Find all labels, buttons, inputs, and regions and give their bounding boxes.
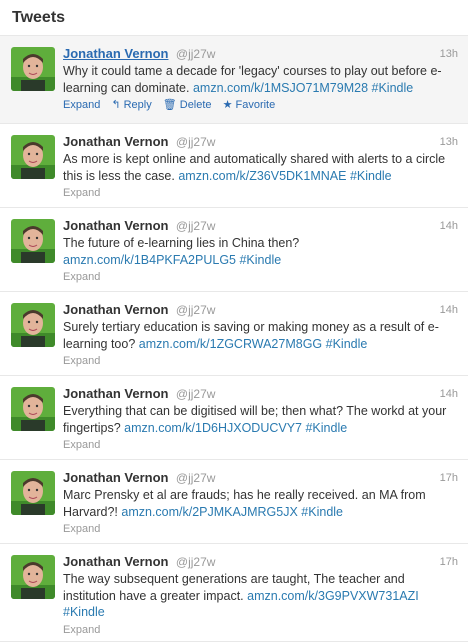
delete-label: Delete <box>179 99 212 111</box>
expand-link[interactable]: Expand <box>63 99 100 111</box>
stream-header: Tweets <box>0 0 468 36</box>
tweet-link[interactable]: amzn.com/k/Z36V5DK1MNAE <box>178 169 346 183</box>
tweet-link[interactable]: amzn.com/k/1D6HJXODUCVY7 <box>124 421 302 435</box>
author-fullname[interactable]: Jonathan Vernon <box>63 218 168 233</box>
hashtag-link[interactable]: #Kindle <box>372 81 414 95</box>
tweet-link[interactable]: amzn.com/k/2PJMKAJMRG5JX <box>121 505 297 519</box>
favorite-label: Favorite <box>235 99 276 111</box>
tweet-item[interactable]: Jonathan Vernon @jj27w 17h The way subse… <box>0 544 468 642</box>
tweet-actions: Expand ↰ Reply 🗑 Delete ★ Favorite <box>63 97 458 114</box>
expand-link[interactable]: Expand <box>63 439 100 451</box>
reply-label: Reply <box>123 99 152 111</box>
tweet-stream: Jonathan Vernon @jj27w 13h Why it could … <box>0 36 468 642</box>
tweet-actions: Expand <box>63 353 458 370</box>
reply-icon: ↰ <box>111 99 121 111</box>
expand-link[interactable]: Expand <box>63 523 100 535</box>
tweet-item[interactable]: Jonathan Vernon @jj27w 13h Why it could … <box>0 36 468 124</box>
tweet-timestamp[interactable]: 14h <box>440 301 458 319</box>
hashtag-link[interactable]: #Kindle <box>239 253 281 267</box>
tweet-text: Marc Prensky et al are frauds; has he re… <box>63 487 458 520</box>
tweet-item[interactable]: Jonathan Vernon @jj27w 14h The future of… <box>0 208 468 292</box>
tweet-link[interactable]: amzn.com/k/1ZGCRWA27M8GG <box>139 337 322 351</box>
tweet-timestamp[interactable]: 14h <box>440 385 458 403</box>
tweet-body: The future of e-learning lies in China t… <box>63 236 300 250</box>
tweet-actions: Expand <box>63 269 458 286</box>
avatar[interactable] <box>11 135 55 179</box>
author-username[interactable]: @jj27w <box>176 47 216 61</box>
tweet-item[interactable]: Jonathan Vernon @jj27w 17h Marc Prensky … <box>0 460 468 544</box>
tweet-item[interactable]: Jonathan Vernon @jj27w 14h Surely tertia… <box>0 292 468 376</box>
tweet-actions: Expand <box>63 185 458 202</box>
avatar[interactable] <box>11 303 55 347</box>
reply-button[interactable]: ↰ Reply <box>111 99 151 111</box>
tweet-link[interactable]: amzn.com/k/3G9PVXW731AZI <box>247 589 419 603</box>
avatar[interactable] <box>11 471 55 515</box>
delete-button[interactable]: 🗑 Delete <box>163 99 212 111</box>
tweet-actions: Expand <box>63 622 458 639</box>
author-fullname[interactable]: Jonathan Vernon <box>63 386 168 401</box>
expand-link[interactable]: Expand <box>63 624 100 636</box>
author-username[interactable]: @jj27w <box>176 135 216 149</box>
expand-link[interactable]: Expand <box>63 187 100 199</box>
trash-icon: 🗑 <box>162 99 177 111</box>
hashtag-link[interactable]: #Kindle <box>350 169 392 183</box>
tweet-text: Everything that can be digitised will be… <box>63 403 458 436</box>
author-username[interactable]: @jj27w <box>176 555 216 569</box>
tweet-timestamp[interactable]: 17h <box>440 469 458 487</box>
tweet-text: As more is kept online and automatically… <box>63 151 458 184</box>
favorite-button[interactable]: ★ Favorite <box>223 99 276 111</box>
tweet-timestamp[interactable]: 14h <box>440 217 458 235</box>
avatar[interactable] <box>11 387 55 431</box>
tweet-timestamp[interactable]: 17h <box>440 553 458 571</box>
tweet-actions: Expand <box>63 521 458 538</box>
author-fullname[interactable]: Jonathan Vernon <box>63 134 168 149</box>
stream-title: Tweets <box>12 9 66 26</box>
tweet-actions: Expand <box>63 437 458 454</box>
avatar[interactable] <box>11 555 55 599</box>
tweet-text: Surely tertiary education is saving or m… <box>63 319 458 352</box>
author-fullname[interactable]: Jonathan Vernon <box>63 46 168 61</box>
hashtag-link[interactable]: #Kindle <box>326 337 368 351</box>
tweet-item[interactable]: Jonathan Vernon @jj27w 13h As more is ke… <box>0 124 468 208</box>
author-username[interactable]: @jj27w <box>176 387 216 401</box>
tweet-link[interactable]: amzn.com/k/1B4PKFA2PULG5 <box>63 253 236 267</box>
tweet-item[interactable]: Jonathan Vernon @jj27w 14h Everything th… <box>0 376 468 460</box>
tweet-text: Why it could tame a decade for 'legacy' … <box>63 63 458 96</box>
avatar[interactable] <box>11 47 55 91</box>
tweet-link[interactable]: amzn.com/k/1MSJO71M79M28 <box>193 81 368 95</box>
author-username[interactable]: @jj27w <box>176 219 216 233</box>
author-fullname[interactable]: Jonathan Vernon <box>63 554 168 569</box>
tweet-timestamp[interactable]: 13h <box>440 45 458 63</box>
hashtag-link[interactable]: #Kindle <box>305 421 347 435</box>
author-fullname[interactable]: Jonathan Vernon <box>63 302 168 317</box>
star-icon: ★ <box>222 99 233 111</box>
author-username[interactable]: @jj27w <box>176 471 216 485</box>
expand-link[interactable]: Expand <box>63 271 100 283</box>
tweet-text: The future of e-learning lies in China t… <box>63 235 458 268</box>
tweet-text: The way subsequent generations are taugh… <box>63 571 458 621</box>
hashtag-link[interactable]: #Kindle <box>301 505 343 519</box>
avatar[interactable] <box>11 219 55 263</box>
tweet-timestamp[interactable]: 13h <box>440 133 458 151</box>
hashtag-link[interactable]: #Kindle <box>63 605 105 619</box>
author-fullname[interactable]: Jonathan Vernon <box>63 470 168 485</box>
expand-link[interactable]: Expand <box>63 355 100 367</box>
author-username[interactable]: @jj27w <box>176 303 216 317</box>
